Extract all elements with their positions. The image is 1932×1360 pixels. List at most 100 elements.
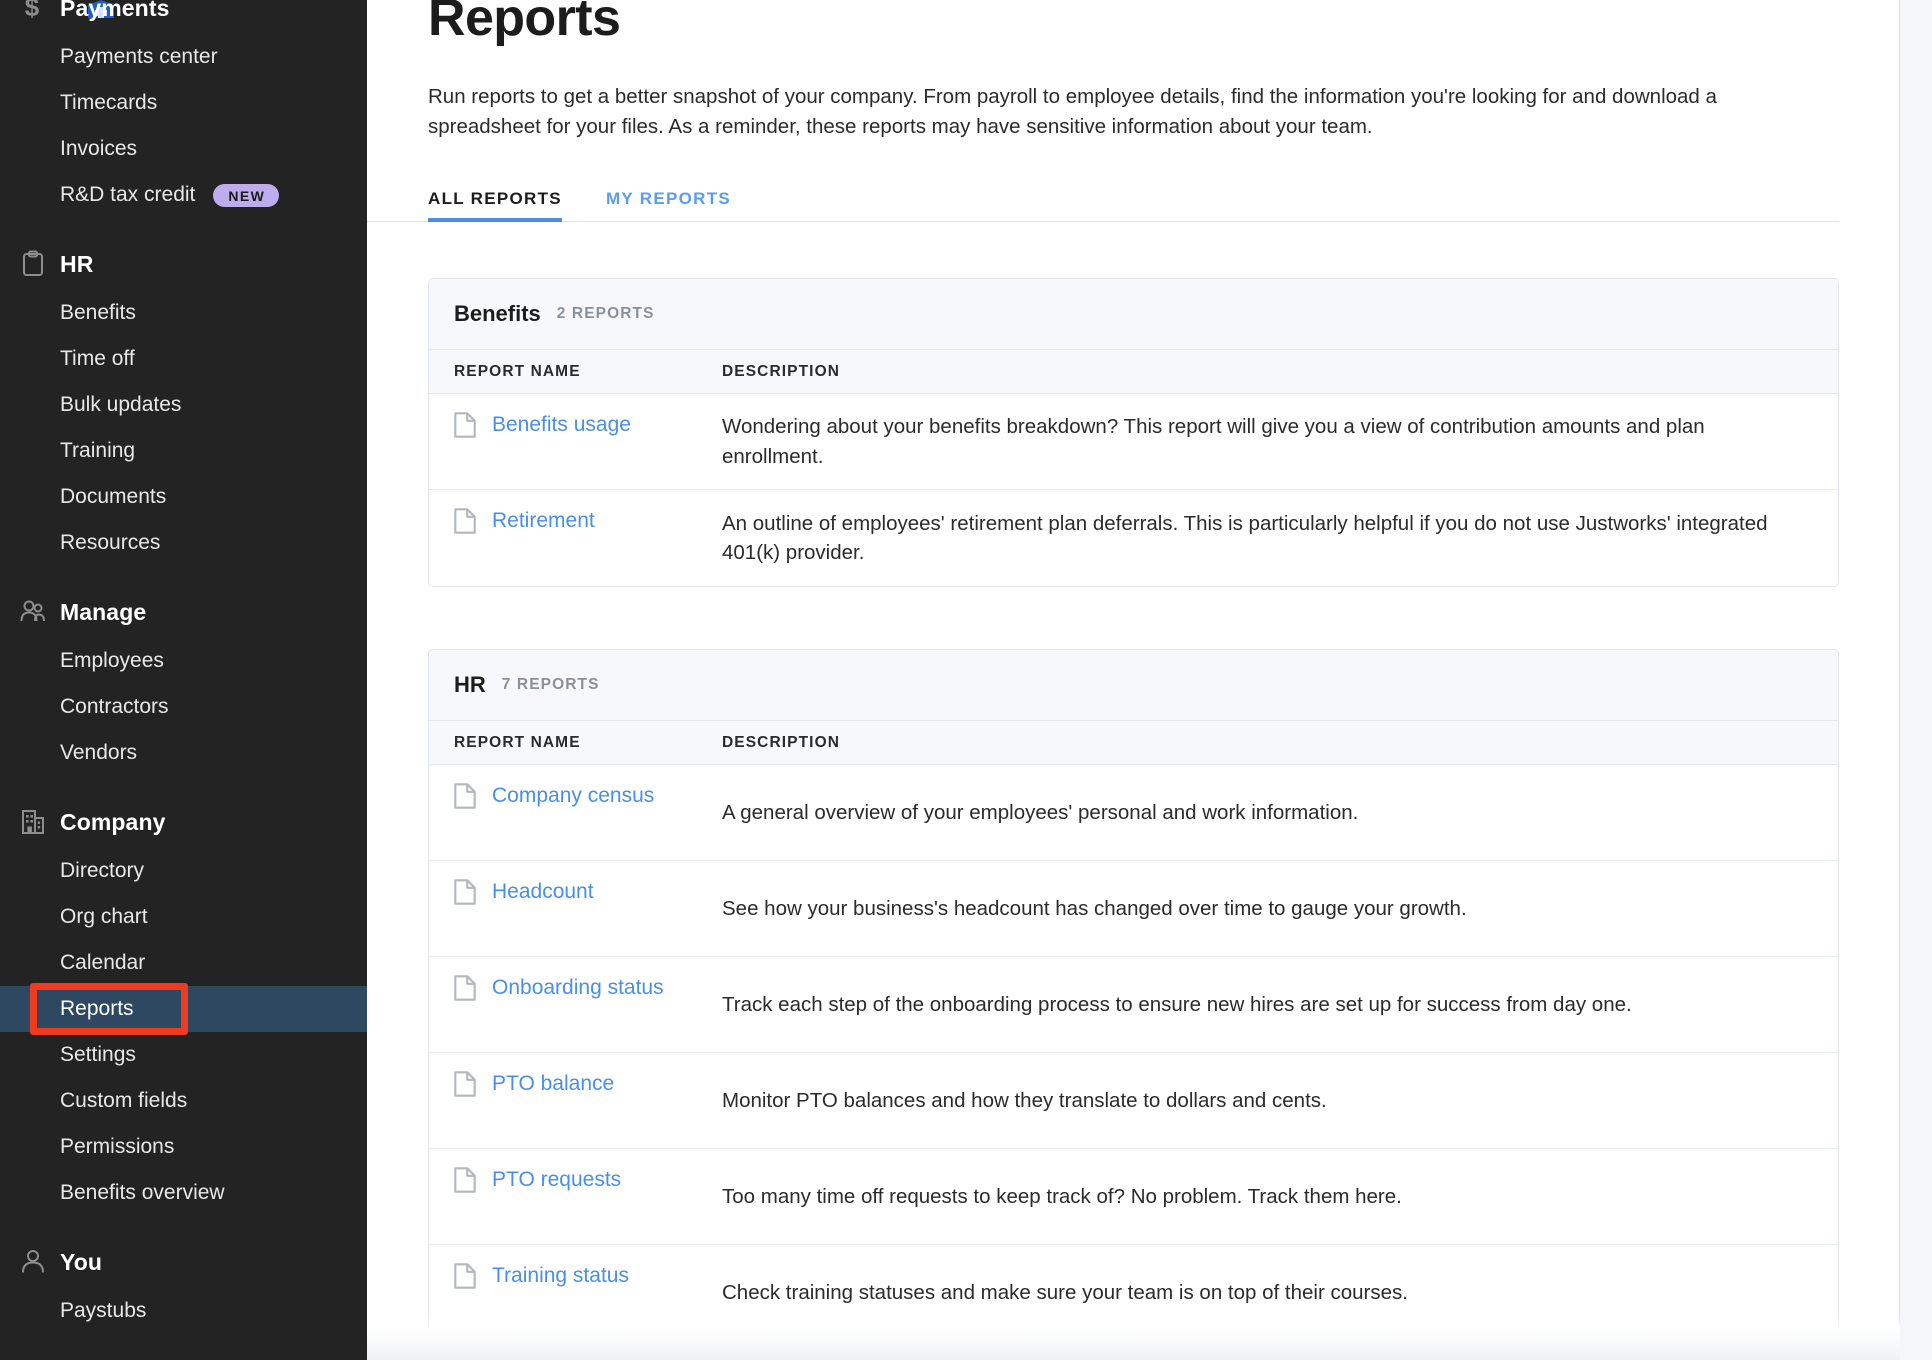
report-description: An outline of employees' retirement plan… bbox=[722, 509, 1808, 568]
sidebar-group-spacer bbox=[0, 776, 367, 796]
sidebar-item-label: Employees bbox=[60, 649, 164, 673]
table-row[interactable]: Retirement An outline of employees' retir… bbox=[429, 490, 1838, 586]
table-column-header: REPORT NAME DESCRIPTION bbox=[429, 350, 1838, 394]
sidebar-item-r-d-tax-credit[interactable]: R&D tax creditNEW bbox=[0, 172, 367, 218]
sidebar-group-header-company[interactable]: Company bbox=[0, 796, 367, 848]
table-row[interactable]: Company census A general overview of your… bbox=[429, 765, 1838, 861]
clipboard-icon bbox=[18, 249, 48, 279]
sidebar-group-hr: HRBenefits Time off Bulk updates Training Do… bbox=[0, 238, 367, 586]
sidebar-item-reports[interactable]: Reports bbox=[0, 986, 367, 1032]
report-link-headcount[interactable]: Headcount bbox=[492, 880, 594, 904]
sidebar-item-settings[interactable]: Settings bbox=[0, 1032, 367, 1078]
report-card-title: Benefits bbox=[454, 301, 541, 327]
column-header-report-name: REPORT NAME bbox=[454, 734, 581, 751]
document-icon bbox=[454, 1071, 476, 1097]
sidebar-item-calendar[interactable]: Calendar bbox=[0, 940, 367, 986]
report-card-title: HR bbox=[454, 672, 486, 698]
sidebar-group-header-manage[interactable]: Manage bbox=[0, 586, 367, 638]
document-icon bbox=[454, 508, 476, 534]
sidebar-item-benefits-overview[interactable]: Benefits overview bbox=[0, 1170, 367, 1216]
sidebar-item-training[interactable]: Training bbox=[0, 428, 367, 474]
sidebar-item-bulk-updates[interactable]: Bulk updates bbox=[0, 382, 367, 428]
report-description-cell: Too many time off requests to keep track… bbox=[722, 1182, 1838, 1212]
sidebar-item-timecards[interactable]: Timecards bbox=[0, 80, 367, 126]
app-root: $Payments Payments center Timecards Invoice… bbox=[0, 0, 1932, 1360]
table-row[interactable]: PTO balance Monitor PTO balances and how … bbox=[429, 1053, 1838, 1149]
sidebar-item-payments-center[interactable]: Payments center bbox=[0, 34, 367, 80]
page-right-gutter bbox=[1901, 0, 1932, 1360]
tab-my-reports[interactable]: MY REPORTS bbox=[606, 189, 731, 221]
sidebar-group-label: Payments bbox=[60, 0, 169, 22]
report-name-cell: Training status bbox=[429, 1261, 722, 1289]
report-description-cell: See how your business's headcount has ch… bbox=[722, 894, 1838, 924]
page-description: Run reports to get a better snapshot of … bbox=[428, 82, 1768, 142]
sidebar-item-label: Contractors bbox=[60, 695, 169, 719]
sidebar-item-label: Documents bbox=[60, 485, 166, 509]
sidebar-item-org-chart[interactable]: Org chart bbox=[0, 894, 367, 940]
column-header-report-name: REPORT NAME bbox=[454, 363, 581, 380]
sidebar-group-header-payments[interactable]: $Payments bbox=[0, 0, 367, 34]
report-description: See how your business's headcount has ch… bbox=[722, 894, 1808, 924]
report-link-company-census[interactable]: Company census bbox=[492, 784, 654, 808]
report-description: Too many time off requests to keep track… bbox=[722, 1182, 1808, 1212]
report-description-cell: A general overview of your employees' pe… bbox=[722, 798, 1838, 828]
table-row[interactable]: Benefits usageWondering about your benef… bbox=[429, 394, 1838, 490]
report-description-cell: An outline of employees' retirement plan… bbox=[722, 509, 1838, 568]
sidebar-item-contractors[interactable]: Contractors bbox=[0, 684, 367, 730]
sidebar-item-label: Settings bbox=[60, 1043, 136, 1067]
report-card-hr: HR 7 REPORTS REPORT NAME DESCRIPTION Company… bbox=[428, 649, 1839, 1342]
sidebar-item-benefits[interactable]: Benefits bbox=[0, 290, 367, 336]
report-description-cell: Check training statuses and make sure yo… bbox=[722, 1278, 1838, 1308]
sidebar-group-payments: $Payments Payments center Timecards Invoice… bbox=[0, 0, 367, 238]
table-column-header: REPORT NAME DESCRIPTION bbox=[429, 721, 1838, 765]
report-description: Check training statuses and make sure yo… bbox=[722, 1278, 1808, 1308]
sidebar-item-custom-fields[interactable]: Custom fields bbox=[0, 1078, 367, 1124]
sidebar-item-label: Benefits overview bbox=[60, 1181, 225, 1205]
column-header-description: DESCRIPTION bbox=[722, 363, 840, 380]
report-link-pto-requests[interactable]: PTO requests bbox=[492, 1168, 621, 1192]
sidebar-item-employees[interactable]: Employees bbox=[0, 638, 367, 684]
sidebar-item-label: Invoices bbox=[60, 137, 137, 161]
report-link-benefits-usage[interactable]: Benefits usage bbox=[492, 413, 631, 437]
column-header-description: DESCRIPTION bbox=[722, 734, 840, 751]
report-name-cell: Benefits usage bbox=[429, 410, 722, 438]
table-row[interactable]: Training status Check training statuses a… bbox=[429, 1245, 1838, 1341]
report-name-cell: PTO balance bbox=[429, 1069, 722, 1097]
report-name-cell: Company census bbox=[429, 781, 722, 809]
table-row[interactable]: PTO requests Too many time off requests t… bbox=[429, 1149, 1838, 1245]
tab-all-reports[interactable]: ALL REPORTS bbox=[428, 189, 562, 221]
report-link-pto-balance[interactable]: PTO balance bbox=[492, 1072, 614, 1096]
sidebar-item-label: Training bbox=[60, 439, 135, 463]
sidebar-item-paystubs[interactable]: Paystubs bbox=[0, 1288, 367, 1334]
sidebar-item-time-off[interactable]: Time off bbox=[0, 336, 367, 382]
report-card-header: HR 7 REPORTS bbox=[429, 650, 1838, 721]
report-name-cell: PTO requests bbox=[429, 1165, 722, 1193]
sidebar-group-header-you[interactable]: You bbox=[0, 1236, 367, 1288]
sidebar-group-manage: Manage Employees Contractors Vendors bbox=[0, 586, 367, 796]
sidebar-item-label: Directory bbox=[60, 859, 144, 883]
sidebar-item-resources[interactable]: Resources bbox=[0, 520, 367, 566]
main-content: Reports Run reports to get a better snap… bbox=[367, 0, 1900, 1360]
document-icon bbox=[454, 412, 476, 438]
report-description-cell: Monitor PTO balances and how they transl… bbox=[722, 1086, 1838, 1116]
document-icon bbox=[454, 1263, 476, 1289]
document-icon bbox=[454, 975, 476, 1001]
sidebar-item-vendors[interactable]: Vendors bbox=[0, 730, 367, 776]
main-region: Reports Run reports to get a better snap… bbox=[367, 0, 1932, 1360]
report-card-count: 2 REPORTS bbox=[557, 305, 655, 323]
table-row[interactable]: Headcount See how your business's headcou… bbox=[429, 861, 1838, 957]
sidebar-item-directory[interactable]: Directory bbox=[0, 848, 367, 894]
report-link-retirement[interactable]: Retirement bbox=[492, 509, 595, 533]
sidebar-item-label: Payments center bbox=[60, 45, 218, 69]
sidebar-item-permissions[interactable]: Permissions bbox=[0, 1124, 367, 1170]
sidebar-item-documents[interactable]: Documents bbox=[0, 474, 367, 520]
person-icon bbox=[18, 1247, 48, 1277]
report-link-onboarding-status[interactable]: Onboarding status bbox=[492, 976, 664, 1000]
report-link-training-status[interactable]: Training status bbox=[492, 1264, 629, 1288]
report-card-count: 7 REPORTS bbox=[502, 676, 600, 694]
sidebar-group-header-hr[interactable]: HR bbox=[0, 238, 367, 290]
sidebar-item-invoices[interactable]: Invoices bbox=[0, 126, 367, 172]
sidebar-item-label: Time off bbox=[60, 347, 135, 371]
sidebar-item-label: Timecards bbox=[60, 91, 157, 115]
table-row[interactable]: Onboarding statusTrack each step of the … bbox=[429, 957, 1838, 1053]
